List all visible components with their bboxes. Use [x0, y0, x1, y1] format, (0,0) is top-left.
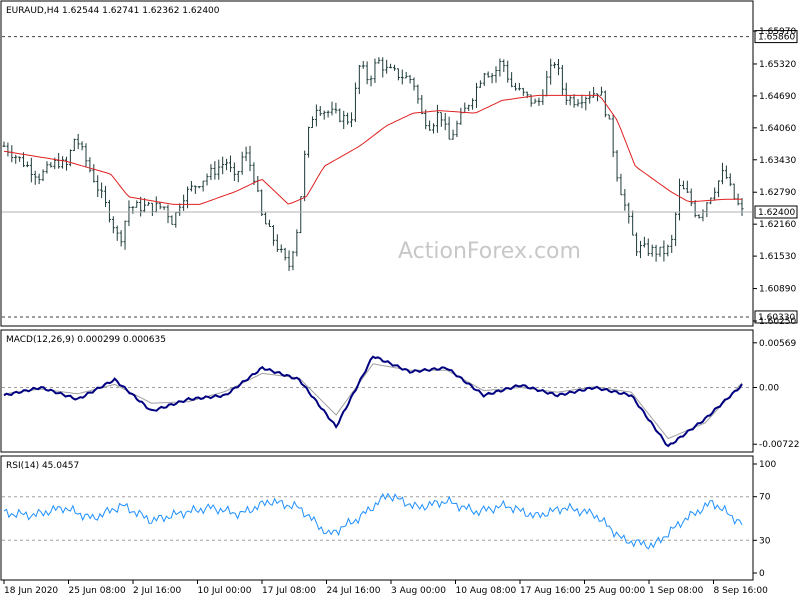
price-tick-label: 1.60890 — [759, 285, 796, 295]
rsi-axis: 100 70 30 0 — [753, 460, 776, 579]
price-panel-title: EURAUD,H4 1.62544 1.62741 1.62362 1.6240… — [6, 6, 220, 16]
price-tick-label: 1.61530 — [759, 252, 796, 262]
price-axis: 1.65970 1.65320 1.64690 1.64060 1.63430 1.627… — [753, 27, 796, 327]
price-tick-label: 1.62160 — [759, 220, 796, 230]
macd-tick-label: 0.00569 — [759, 339, 796, 349]
chart-window: EURAUD,H4 1.62544 1.62741 1.62362 1.6240… — [0, 0, 800, 600]
time-tick-label: 3 Aug 00:00 — [391, 586, 446, 596]
rsi-panel-frame — [0, 455, 754, 581]
price-tick-label: 1.62790 — [759, 188, 796, 198]
macd-panel-frame — [0, 329, 754, 453]
rsi-panel-title: RSI(14) 45.0457 — [6, 461, 79, 471]
time-tick-label: 17 Jul 08:00 — [262, 586, 316, 596]
price-tick-label: 1.63430 — [759, 156, 796, 166]
time-tick-label: 18 Jun 2020 — [4, 586, 58, 596]
time-tick-label: 25 Aug 00:00 — [585, 586, 646, 596]
rsi-tick-label: 0 — [759, 569, 765, 579]
price-tick-label: 1.65970 — [759, 27, 796, 37]
time-tick-label: 24 Jul 16:00 — [327, 586, 381, 596]
price-tick-label: 1.65320 — [759, 60, 796, 70]
price-panel-frame — [0, 0, 754, 327]
rsi-panel: RSI(14) 45.0457 100 70 30 0 — [0, 455, 776, 581]
chart-canvas: EURAUD,H4 1.62544 1.62741 1.62362 1.6240… — [0, 0, 799, 596]
time-tick-label: 17 Aug 16:00 — [520, 586, 581, 596]
price-tick-label: 1.64060 — [759, 124, 796, 134]
time-tick-label: 8 Sep 16:00 — [714, 586, 769, 596]
rsi-tick-label: 30 — [759, 536, 771, 546]
price-tick-label: 1.64690 — [759, 92, 796, 102]
rsi-tick-label: 100 — [759, 460, 776, 470]
price-tick-label: 1.60250 — [759, 317, 796, 327]
macd-tick-label: 0.00 — [759, 384, 779, 394]
last-price-label: 1.62400 — [758, 208, 795, 218]
price-panel: EURAUD,H4 1.62544 1.62741 1.62362 1.6240… — [0, 0, 798, 327]
time-tick-label: 10 Jul 00:00 — [198, 586, 252, 596]
macd-panel: MACD(12,26,9) 0.000299 0.000635 0.005690… — [0, 329, 799, 453]
time-tick-label: 2 Jul 16:00 — [133, 586, 182, 596]
watermark: ActionForex.com — [398, 239, 581, 264]
time-tick-label: 25 Jun 08:00 — [69, 586, 126, 596]
macd-axis: 0.00569 0.00 -0.00722 — [753, 339, 799, 450]
rsi-tick-label: 70 — [759, 493, 771, 503]
time-axis: 18 Jun 2020 25 Jun 08:00 2 Jul 16:00 10 Jul… — [3, 580, 769, 596]
time-tick-label: 10 Aug 08:00 — [456, 586, 517, 596]
time-tick-label: 1 Sep 08:00 — [649, 586, 704, 596]
macd-tick-label: -0.00722 — [759, 440, 799, 450]
macd-panel-title: MACD(12,26,9) 0.000299 0.000635 — [6, 335, 166, 345]
